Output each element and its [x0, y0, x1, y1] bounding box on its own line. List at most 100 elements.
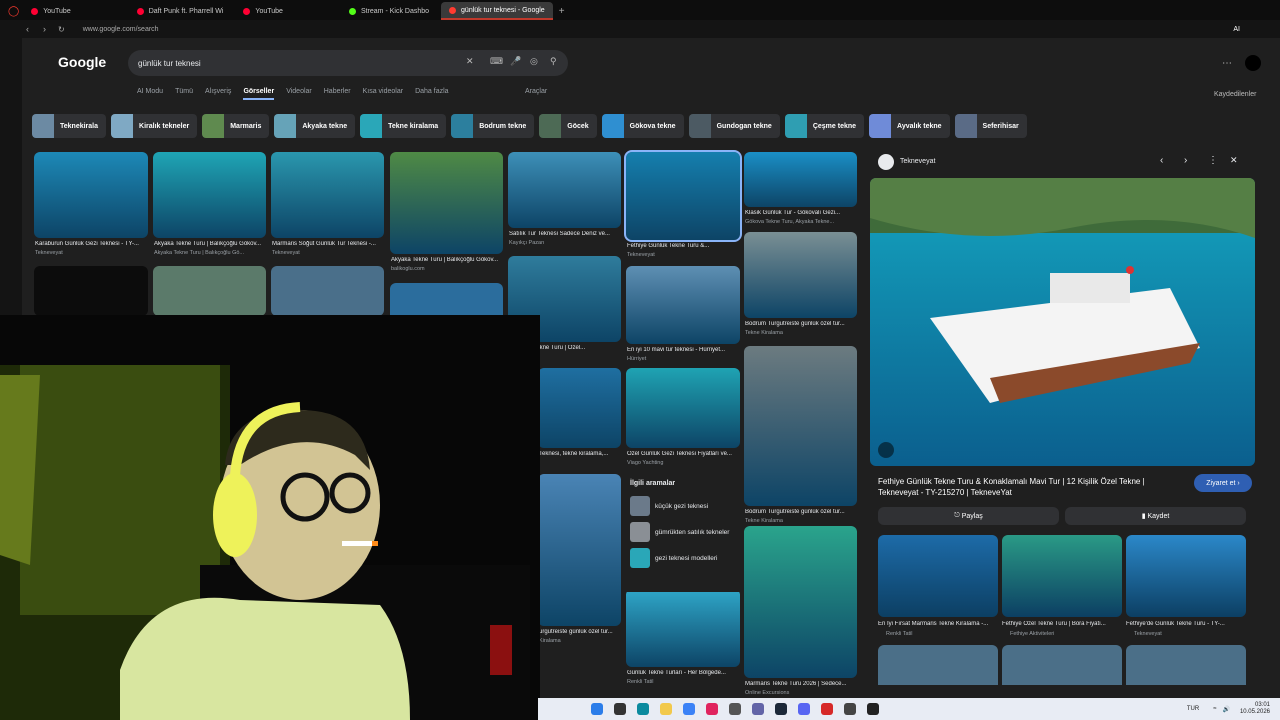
related-chip[interactable]: Bodrum tekne [451, 114, 535, 138]
image-result[interactable] [744, 232, 857, 318]
save-button[interactable]: ▮ Kaydet [1065, 507, 1246, 525]
panel-site-name[interactable]: Tekneveyat [900, 158, 935, 165]
start-icon[interactable] [591, 703, 603, 715]
related-item[interactable]: küçük gezi teknesi [626, 493, 740, 519]
result-source[interactable]: Kayıkçı Pazarı [509, 240, 544, 246]
more-icon[interactable]: ⋮ [1208, 155, 1218, 166]
ai-button[interactable]: AI [1233, 26, 1240, 33]
search-box[interactable]: günlük tur teknesi ✕ ⌨ 🎤 ◎ ⚲ [128, 50, 568, 76]
result-source[interactable]: Viago Yachting [627, 460, 663, 466]
browser-tab[interactable]: Stream - Kick Dashbo [341, 2, 437, 20]
result-source[interactable]: Renkli Tatil [627, 679, 654, 685]
image-result[interactable] [744, 346, 857, 506]
browser-tab-active[interactable]: günlük tur teknesi - Google [441, 2, 553, 20]
preview-title[interactable]: Fethiye Günlük Tekne Turu & Konaklamalı … [878, 476, 1168, 498]
mic-icon[interactable]: 🎤 [510, 56, 521, 67]
related-chip[interactable]: Kiralık tekneler [111, 114, 198, 138]
reload-icon[interactable]: ↻ [58, 25, 65, 34]
similar-caption[interactable]: Fethiye Özel Tekne Turu | Bora Fiyatı... [1002, 621, 1122, 627]
image-result[interactable] [538, 368, 621, 448]
close-icon[interactable]: ✕ [1230, 155, 1238, 166]
store-icon[interactable] [729, 703, 741, 715]
filter-short-videos[interactable]: Kısa videolar [363, 88, 403, 100]
image-result[interactable] [153, 152, 266, 238]
related-chip[interactable]: Marmaris [202, 114, 270, 138]
edge-icon[interactable] [637, 703, 649, 715]
result-caption[interactable]: Marmaris Tekne Turu 2026 | Sedece... [745, 681, 858, 687]
similar-caption[interactable]: En İyi Fırsat Marmaris Tekne Kiralama -.… [878, 621, 998, 627]
result-source[interactable]: Hürriyet [627, 356, 646, 362]
result-caption[interactable]: Akyaka Tekne Turu | Balıkçoğlu Gökov... [154, 241, 267, 247]
result-source[interactable]: Tekneveyat [35, 250, 63, 256]
similar-image[interactable] [1126, 645, 1246, 685]
explorer-icon[interactable] [660, 703, 672, 715]
result-caption[interactable]: Özel Günlük Gezi Teknesi Fiyatları ve... [627, 451, 741, 457]
result-source[interactable]: Kiralama [539, 638, 561, 644]
image-result[interactable] [508, 152, 621, 228]
image-result[interactable] [744, 526, 857, 678]
similar-image[interactable] [1126, 535, 1246, 617]
browser-tab[interactable]: YouTube [23, 2, 79, 20]
image-result[interactable] [624, 150, 742, 242]
image-result[interactable] [271, 152, 384, 238]
similar-image[interactable] [1002, 645, 1122, 685]
similar-source[interactable]: Tekneveyat [1134, 631, 1162, 637]
widgets-icon[interactable] [568, 703, 580, 715]
chrome-icon[interactable] [683, 703, 695, 715]
filter-ai-mode[interactable]: AI Modu [137, 88, 163, 100]
similar-source[interactable]: Fethiye Aktiviteleri [1010, 631, 1054, 637]
filter-videos[interactable]: Videolar [286, 88, 312, 100]
result-source[interactable]: Akyaka Tekne Turu | Balıkçoğlu Gö... [154, 250, 244, 256]
result-source[interactable]: Tekne Kiralama [745, 518, 783, 524]
result-source[interactable]: Tekneveyat [272, 250, 300, 256]
similar-image[interactable] [878, 645, 998, 685]
result-caption[interactable]: Klasik Günlük Tur - Gökovalı Gezi... [745, 210, 858, 216]
forward-icon[interactable]: › [43, 24, 46, 34]
opera-icon[interactable] [706, 703, 718, 715]
image-result[interactable] [34, 266, 148, 316]
share-button[interactable]: ⎋ Paylaş [878, 507, 1059, 525]
result-caption[interactable]: Akyaka Tekne Turu | Balıkçoğlu Gökov... [391, 257, 504, 263]
filter-all[interactable]: Tümü [175, 88, 193, 100]
keyboard-icon[interactable]: ⌨ [490, 56, 503, 67]
result-caption[interactable]: Karaburun Günlük Gezi Teknesi - TY-... [35, 241, 149, 247]
result-source[interactable]: Tekne Kiralama [745, 330, 783, 336]
filter-news[interactable]: Haberler [324, 88, 351, 100]
clock[interactable]: 03:01 10.05.2026 [1240, 702, 1270, 716]
apps-grid-icon[interactable]: ⋯ [1222, 58, 1232, 69]
task-view-icon[interactable] [614, 703, 626, 715]
related-chip[interactable]: Seferihisar [954, 114, 1027, 138]
related-chip[interactable]: Gökova tekne [601, 114, 684, 138]
related-chip[interactable]: Göcek [539, 114, 597, 138]
avatar[interactable] [1245, 55, 1261, 71]
similar-source[interactable]: Renkli Tatil [886, 631, 913, 637]
address-field[interactable]: www.google.com/search [83, 26, 159, 33]
volume-icon[interactable]: 🔊 [1222, 706, 1229, 713]
related-item[interactable]: gezi teknesi modelleri [626, 545, 740, 571]
filter-shopping[interactable]: Alışveriş [205, 88, 231, 100]
image-result[interactable] [153, 266, 266, 316]
app-icon[interactable] [867, 703, 879, 715]
image-result[interactable] [626, 589, 740, 667]
result-caption[interactable]: Bodrum Turgutreiste günlük özel tur... [745, 509, 858, 515]
related-chip[interactable]: Teknekirala [32, 114, 107, 138]
app-icon[interactable] [821, 703, 833, 715]
clear-icon[interactable]: ✕ [466, 56, 474, 67]
prev-icon[interactable]: ‹ [1160, 155, 1163, 166]
image-result[interactable] [271, 266, 384, 316]
keyboard-language[interactable]: TUR [1187, 706, 1199, 712]
wifi-icon[interactable]: ≈ [1213, 706, 1216, 712]
filter-more[interactable]: Daha fazla [415, 88, 448, 100]
similar-image[interactable] [878, 535, 998, 617]
result-caption[interactable]: En iyi 10 mavi tur teknesi - Hürriyet... [627, 347, 741, 353]
google-logo[interactable]: Google [58, 54, 106, 70]
result-caption[interactable]: Fethiye Günlük Tekne Turu &... [627, 243, 741, 249]
browser-tab[interactable]: Daft Punk ft. Pharrell Wi [129, 2, 232, 20]
related-item[interactable]: gümrükten satılık tekneler [626, 519, 740, 545]
image-result[interactable] [390, 152, 503, 254]
search-icon[interactable]: ⚲ [550, 56, 557, 67]
result-caption[interactable]: Teknesi, tekne kiralama,... [539, 451, 622, 457]
image-result[interactable] [538, 474, 621, 626]
steam-icon[interactable] [775, 703, 787, 715]
result-caption[interactable]: Satılık Tur Teknesi Sadece Deniz ve... [509, 231, 622, 237]
